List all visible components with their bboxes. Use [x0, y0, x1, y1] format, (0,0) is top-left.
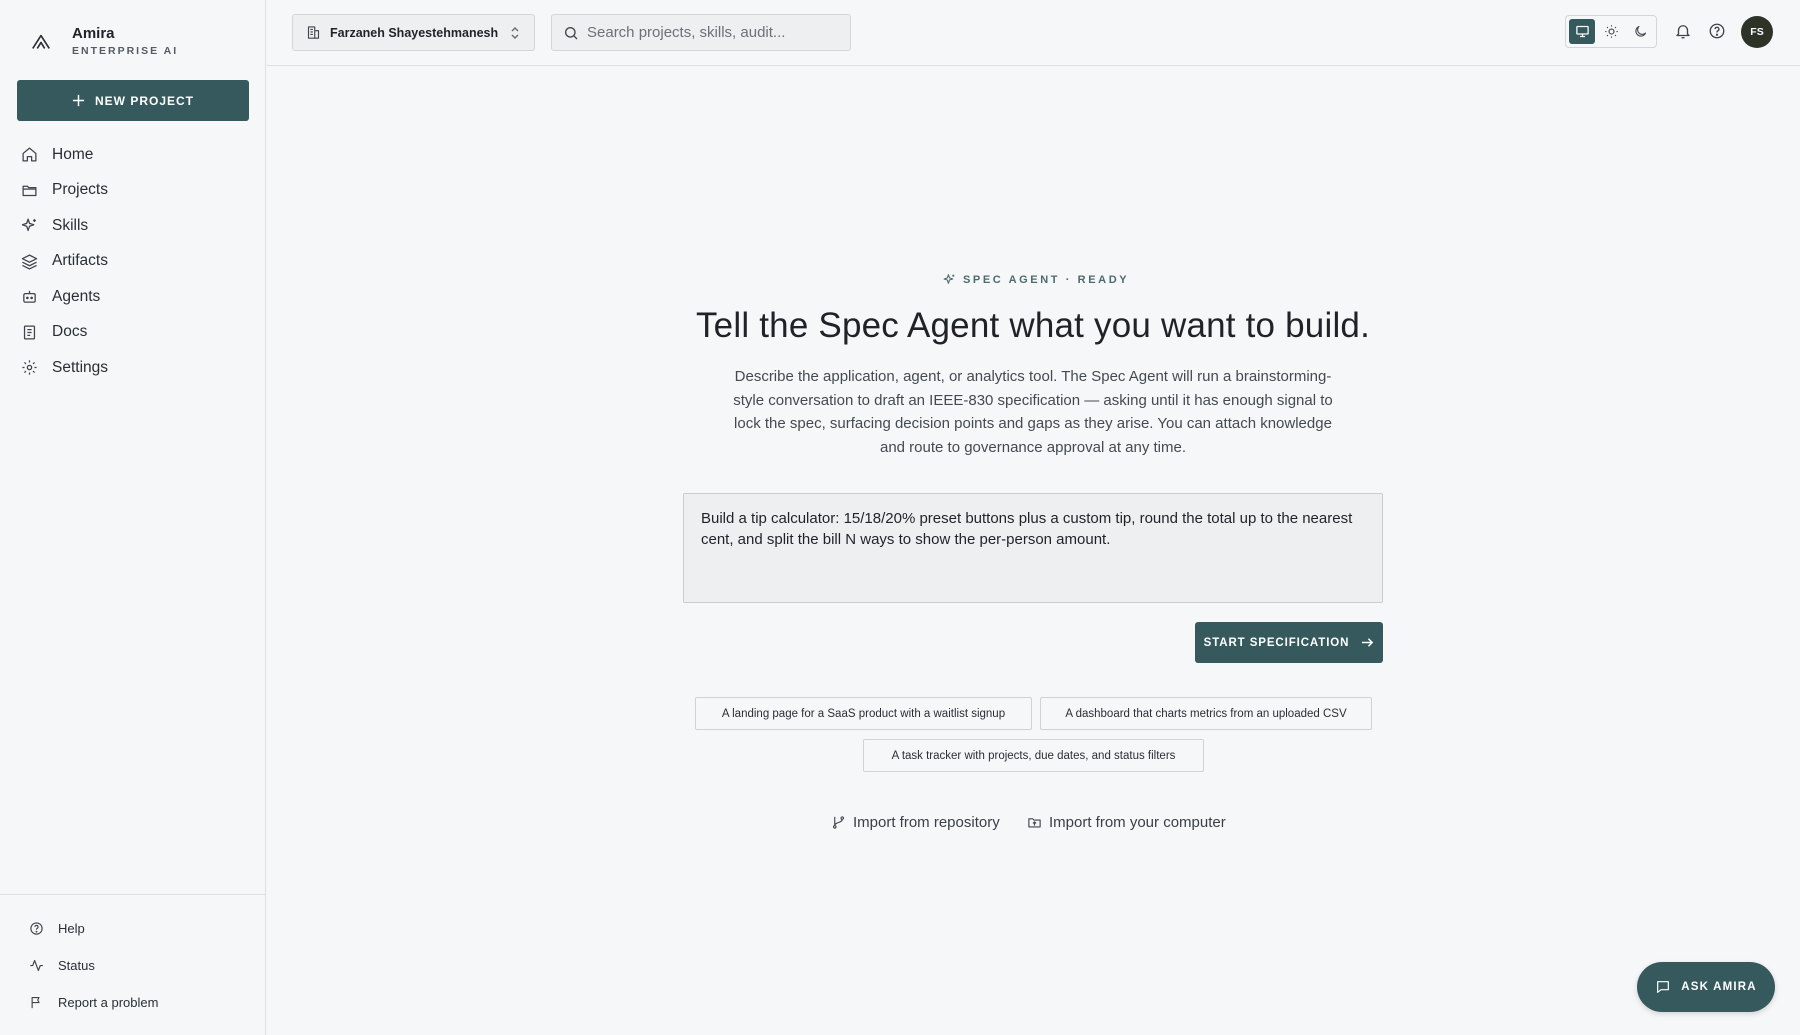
- report-problem-label: Report a problem: [58, 995, 159, 1010]
- monitor-icon: [1575, 24, 1590, 39]
- sidebar-item-docs[interactable]: Docs: [0, 315, 266, 351]
- sidebar-item-agents[interactable]: Agents: [0, 279, 266, 315]
- import-from-repository-link[interactable]: Import from repository: [831, 814, 1000, 831]
- sun-icon: [1604, 24, 1619, 39]
- sidebar-item-label: Artifacts: [52, 252, 108, 270]
- import-from-computer-link[interactable]: Import from your computer: [1027, 814, 1226, 831]
- page-title: Tell the Spec Agent what you want to bui…: [695, 306, 1371, 345]
- help-label: Help: [58, 921, 85, 936]
- help-link[interactable]: Help: [29, 921, 85, 936]
- flag-icon: [29, 995, 44, 1010]
- moon-icon: [1633, 24, 1648, 39]
- folder-upload-icon: [1027, 815, 1042, 830]
- avatar[interactable]: FS: [1741, 16, 1773, 48]
- search-bar: [551, 14, 851, 51]
- building-icon: [306, 25, 321, 40]
- new-project-label: NEW PROJECT: [94, 93, 194, 108]
- git-branch-icon: [831, 815, 846, 830]
- suggestion-chip[interactable]: A task tracker with projects, due dates,…: [863, 739, 1204, 772]
- search-input[interactable]: [587, 24, 837, 41]
- sidebar-item-label: Home: [52, 145, 94, 163]
- import-repository-label: Import from repository: [853, 814, 1000, 831]
- agent-status-label: SPEC AGENT · READY: [963, 273, 1130, 286]
- sidebar-item-label: Skills: [52, 216, 89, 234]
- amira-logo-icon: [30, 31, 52, 53]
- sidebar-item-projects[interactable]: Projects: [0, 173, 266, 209]
- plus-icon: [72, 94, 85, 107]
- bell-icon[interactable]: [1674, 22, 1692, 40]
- suggestion-chip[interactable]: A dashboard that charts metrics from an …: [1040, 697, 1372, 730]
- search-icon: [563, 25, 579, 41]
- ask-amira-button[interactable]: ASK AMIRA: [1637, 962, 1775, 1012]
- status-label: Status: [58, 958, 95, 973]
- start-specification-button[interactable]: START SPECIFICATION: [1195, 622, 1383, 663]
- sidebar-item-label: Settings: [52, 358, 109, 376]
- top-bar: Farzaneh Shayestehmanesh FS: [267, 0, 1800, 66]
- theme-system-button[interactable]: [1569, 19, 1595, 44]
- suggestion-chip[interactable]: A landing page for a SaaS product with a…: [695, 697, 1032, 730]
- sidebar-item-label: Projects: [52, 181, 108, 199]
- brand-subtitle: ENTERPRISE AI: [72, 45, 179, 57]
- theme-dark-button[interactable]: [1627, 19, 1653, 44]
- folder-icon: [21, 182, 38, 199]
- brand-name: Amira: [72, 25, 115, 42]
- new-project-button[interactable]: NEW PROJECT: [17, 80, 249, 121]
- prompt-textarea[interactable]: Build a tip calculator: 15/18/20% preset…: [683, 493, 1383, 603]
- chevron-up-down-icon: [509, 26, 521, 40]
- sidebar-footer: Help Status Report a problem: [0, 894, 266, 1035]
- sparkles-icon: [21, 217, 38, 234]
- sidebar: Amira ENTERPRISE AI NEW PROJECT Home Pro…: [0, 0, 266, 1035]
- sidebar-item-artifacts[interactable]: Artifacts: [0, 244, 266, 280]
- agent-status-eyebrow: SPEC AGENT · READY: [943, 273, 1129, 286]
- ask-amira-label: ASK AMIRA: [1681, 981, 1757, 993]
- book-icon: [21, 324, 38, 341]
- sidebar-item-settings[interactable]: Settings: [0, 350, 266, 386]
- theme-light-button[interactable]: [1598, 19, 1624, 44]
- brand[interactable]: Amira ENTERPRISE AI: [30, 26, 178, 57]
- sidebar-item-label: Agents: [52, 287, 101, 305]
- help-circle-icon: [29, 921, 44, 936]
- workspace-name: Farzaneh Shayestehmanesh: [330, 25, 499, 40]
- sidebar-item-label: Docs: [52, 323, 88, 341]
- gear-icon: [21, 359, 38, 376]
- layers-icon: [21, 253, 38, 270]
- status-link[interactable]: Status: [29, 958, 95, 973]
- home-icon: [21, 146, 38, 163]
- chat-bubble-icon: [1655, 979, 1671, 995]
- activity-icon: [29, 958, 44, 973]
- bot-icon: [21, 288, 38, 305]
- sidebar-item-home[interactable]: Home: [0, 137, 266, 173]
- report-problem-link[interactable]: Report a problem: [29, 995, 158, 1010]
- sidebar-item-skills[interactable]: Skills: [0, 208, 266, 244]
- import-computer-label: Import from your computer: [1049, 814, 1226, 831]
- page-description: Describe the application, agent, or anal…: [733, 368, 1333, 456]
- start-specification-label: START SPECIFICATION: [1203, 636, 1350, 649]
- theme-toggle: [1565, 15, 1657, 48]
- help-icon[interactable]: [1708, 22, 1726, 40]
- sparkles-icon: [943, 273, 956, 286]
- workspace-selector[interactable]: Farzaneh Shayestehmanesh: [292, 14, 535, 51]
- sidebar-nav: Home Projects Skills Artifacts Agents Do…: [0, 137, 266, 386]
- arrow-right-icon: [1361, 636, 1374, 649]
